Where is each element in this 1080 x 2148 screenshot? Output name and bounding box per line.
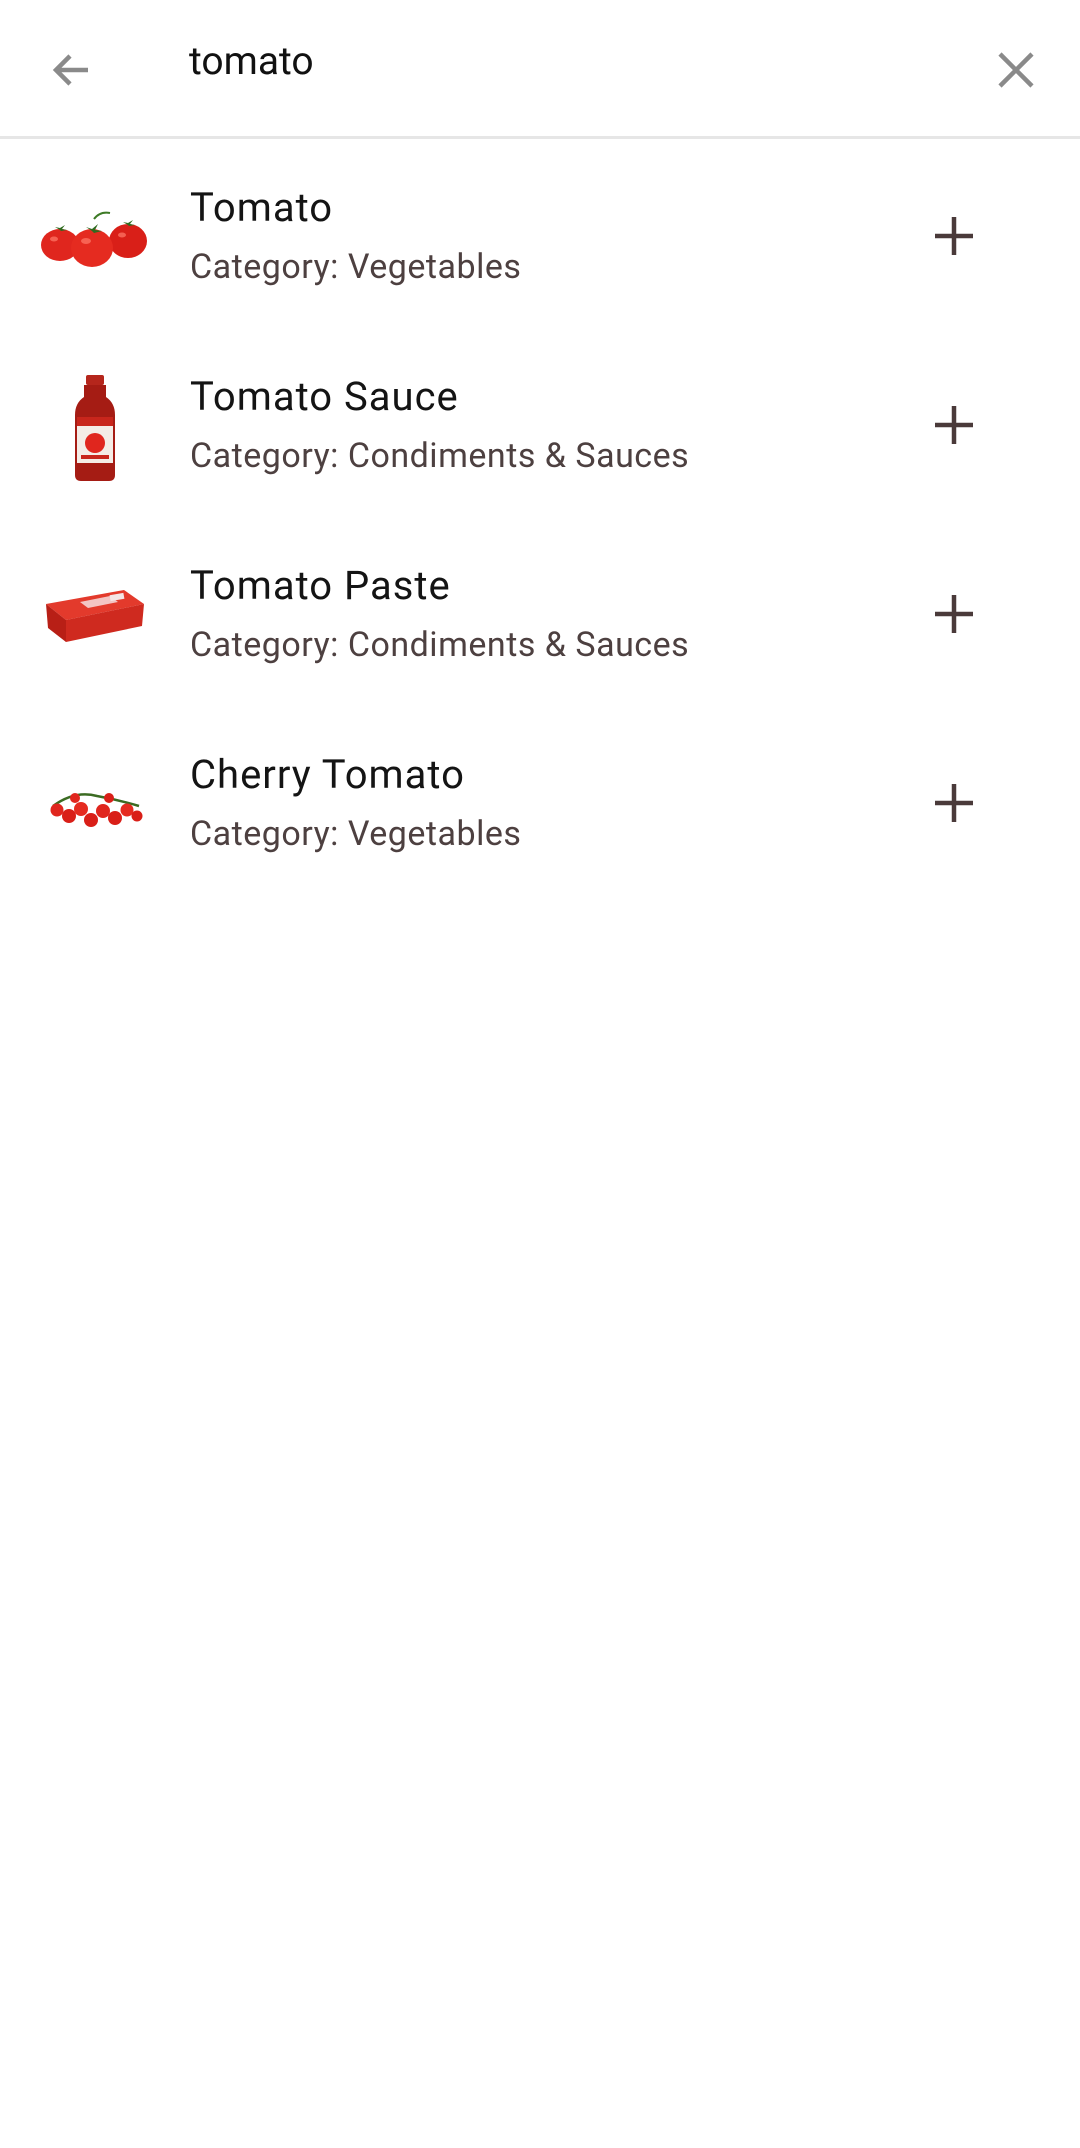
add-button[interactable] xyxy=(910,192,998,280)
item-title: Tomato Sauce xyxy=(190,373,459,420)
tomato-image xyxy=(40,184,150,294)
plus-icon xyxy=(935,406,973,444)
search-bar: tomato xyxy=(0,0,1080,139)
results-list: Tomato Category: Vegetables Tomato Sauce… xyxy=(0,142,1080,898)
clear-search-button[interactable] xyxy=(970,26,1062,114)
tomato-paste-pack-image xyxy=(40,562,150,672)
item-title: Cherry Tomato xyxy=(190,751,465,798)
arrow-left-icon xyxy=(52,54,88,86)
item-category: Category: Vegetables xyxy=(190,814,522,854)
list-item[interactable]: Cherry Tomato Category: Vegetables xyxy=(0,709,1080,898)
plus-icon xyxy=(935,784,973,822)
list-item[interactable]: Tomato Category: Vegetables xyxy=(0,142,1080,331)
cherry-tomato-image xyxy=(40,751,150,861)
plus-icon xyxy=(935,217,973,255)
item-category: Category: Condiments & Sauces xyxy=(190,625,690,665)
add-button[interactable] xyxy=(910,570,998,658)
add-button[interactable] xyxy=(910,759,998,847)
list-item[interactable]: Tomato Paste Category: Condiments & Sauc… xyxy=(0,520,1080,709)
close-icon xyxy=(998,52,1034,88)
item-category: Category: Vegetables xyxy=(190,247,522,287)
search-input[interactable]: tomato xyxy=(189,42,314,81)
item-category: Category: Condiments & Sauces xyxy=(190,436,690,476)
item-title: Tomato xyxy=(190,184,334,231)
plus-icon xyxy=(935,595,973,633)
item-title: Tomato Paste xyxy=(190,562,451,609)
back-button[interactable] xyxy=(24,26,120,114)
list-item[interactable]: Tomato Sauce Category: Condiments & Sauc… xyxy=(0,331,1080,520)
tomato-sauce-bottle-image xyxy=(40,373,150,483)
add-button[interactable] xyxy=(910,381,998,469)
